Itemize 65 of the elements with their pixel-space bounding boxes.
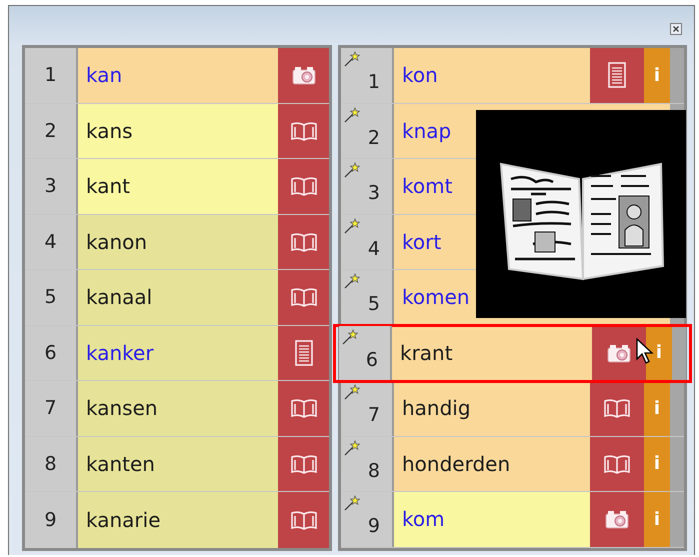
word-cell[interactable]: handig [394,381,590,436]
word-cell[interactable]: kanon [78,214,278,269]
word-cell[interactable]: kom [394,492,590,546]
row-number: 1 [25,48,78,102]
row-number-cell: 4 [341,214,394,269]
row-number-cell: 2 [341,104,394,158]
row-number: 9 [25,492,78,548]
row-number-cell: 5 [341,270,394,324]
media-button[interactable] [278,48,329,102]
media-button[interactable] [590,492,644,546]
row-number: 4 [25,214,78,269]
magic-wand-icon [344,106,360,122]
list-row[interactable]: 1 kon i [341,48,684,104]
magic-wand-icon [344,440,360,456]
book-icon [290,120,316,141]
close-icon[interactable] [670,23,682,35]
magic-wand-icon [344,384,360,400]
magic-wand-icon [344,218,360,234]
book-icon [290,454,316,474]
word-cell[interactable]: kon [394,48,590,102]
row-number: 6 [25,326,78,380]
document-icon [294,340,312,366]
book-icon [290,232,316,252]
word-cell[interactable]: kanaal [78,270,278,324]
row-number: 8 [25,436,78,491]
document-icon [608,62,626,88]
mouse-pointer-icon [636,338,654,364]
row-number-cell: 3 [341,159,394,214]
magic-wand-icon [344,273,360,289]
media-button[interactable] [592,326,646,380]
word-cell[interactable]: kanker [78,326,278,380]
word-cell[interactable]: kans [78,104,278,158]
book-icon [290,398,316,418]
row-number-cell: 8 [341,436,394,491]
word-cell[interactable]: kansen [78,381,278,436]
row-number: 2 [25,104,78,158]
book-icon [604,398,630,418]
book-icon [290,510,316,530]
camera-icon [607,342,631,363]
word-cell[interactable]: kant [78,159,278,214]
magic-wand-icon [344,162,360,178]
camera-icon [605,509,629,530]
list-row[interactable]: 8 honderden i [341,436,684,492]
book-icon [290,287,316,308]
book-icon [604,454,630,474]
list-row[interactable]: 7 handig i [341,381,684,436]
row-number-cell: 6 [339,326,392,380]
row-number: 7 [25,381,78,436]
word-cell[interactable]: kanarie [78,492,278,548]
list-row[interactable]: 6 krant i [335,326,690,381]
word-cell[interactable]: kanten [78,436,278,491]
word-cell[interactable]: honderden [394,436,590,491]
book-icon [290,176,316,196]
magic-wand-icon [342,328,358,344]
word-cell[interactable]: kan [78,48,278,102]
word-cell[interactable]: krant [392,326,592,380]
magic-wand-icon [344,495,360,511]
list-row[interactable]: 9 kom i [341,492,684,548]
row-number-cell: 9 [341,492,394,546]
row-number-cell: 7 [341,381,394,436]
row-number: 3 [25,159,78,214]
row-number-cell: 1 [341,48,394,102]
magic-wand-icon [344,51,360,67]
row-number: 5 [25,270,78,324]
camera-icon [292,65,316,86]
